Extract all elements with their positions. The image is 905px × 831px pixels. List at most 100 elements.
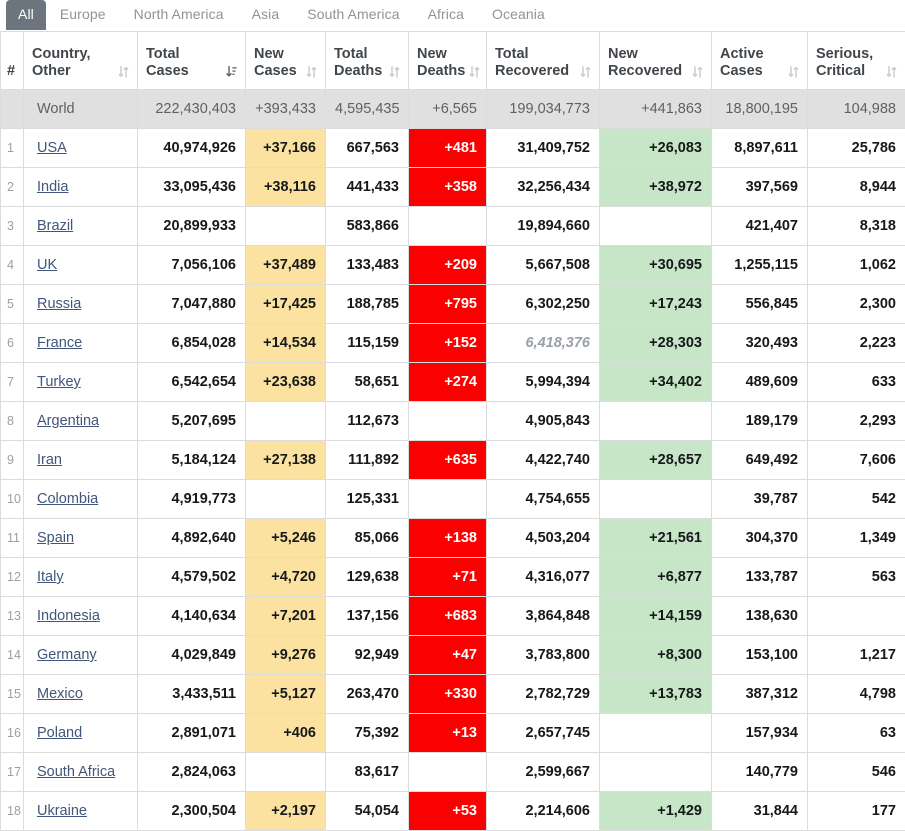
total-recovered-cell: 2,782,729 (487, 675, 600, 714)
country-link[interactable]: South Africa (37, 764, 115, 780)
new-recovered-cell: +26,083 (600, 129, 712, 168)
country-link[interactable]: USA (37, 140, 67, 156)
country-link[interactable]: Indonesia (37, 608, 100, 624)
country-link[interactable]: Turkey (37, 374, 81, 390)
new-deaths-cell: +481 (409, 129, 487, 168)
country-link[interactable]: Iran (37, 452, 62, 468)
sort-both-icon[interactable] (692, 65, 703, 79)
total-recovered-cell: 5,667,508 (487, 246, 600, 285)
column-header-active-cases[interactable]: Active Cases (712, 32, 808, 90)
country-cell[interactable]: Italy (24, 558, 138, 597)
active-cases-cell: 1,255,115 (712, 246, 808, 285)
country-link[interactable]: Argentina (37, 413, 99, 429)
table-row: 14Germany4,029,849+9,27692,949+473,783,8… (1, 636, 905, 675)
active-cases-cell: 140,779 (712, 753, 808, 792)
column-header-country[interactable]: Country, Other (24, 32, 138, 90)
active-cases-cell: 157,934 (712, 714, 808, 753)
row-index: 17 (1, 753, 24, 792)
country-link[interactable]: UK (37, 257, 57, 273)
total-cases-cell: 20,899,933 (138, 207, 246, 246)
serious-critical-cell: 8,318 (808, 207, 905, 246)
country-cell[interactable]: France (24, 324, 138, 363)
tab-asia[interactable]: Asia (238, 0, 294, 30)
country-cell[interactable]: South Africa (24, 753, 138, 792)
tab-africa[interactable]: Africa (414, 0, 478, 30)
tab-all[interactable]: All (6, 0, 46, 30)
country-cell[interactable]: Germany (24, 636, 138, 675)
country-cell[interactable]: USA (24, 129, 138, 168)
country-cell[interactable]: Ukraine (24, 792, 138, 831)
country-cell[interactable]: Colombia (24, 480, 138, 519)
table-row: 13Indonesia4,140,634+7,201137,156+6833,8… (1, 597, 905, 636)
sort-descending-icon[interactable] (226, 65, 237, 79)
column-header-serious-critical[interactable]: Serious, Critical (808, 32, 905, 90)
sort-both-icon[interactable] (118, 65, 129, 79)
sort-both-icon[interactable] (389, 65, 400, 79)
column-header-new-cases[interactable]: New Cases (246, 32, 326, 90)
country-link[interactable]: Germany (37, 647, 97, 663)
country-link[interactable]: India (37, 179, 68, 195)
country-cell[interactable]: Poland (24, 714, 138, 753)
column-header-new-recovered[interactable]: New Recovered (600, 32, 712, 90)
country-cell[interactable]: Turkey (24, 363, 138, 402)
table-row: 18Ukraine2,300,504+2,19754,054+532,214,6… (1, 792, 905, 831)
serious-critical-cell: 7,606 (808, 441, 905, 480)
active-cases-cell: 421,407 (712, 207, 808, 246)
new-cases-cell: +4,720 (246, 558, 326, 597)
country-cell[interactable]: Iran (24, 441, 138, 480)
world-new-deaths: +6,565 (409, 90, 487, 129)
country-cell[interactable]: Spain (24, 519, 138, 558)
country-link[interactable]: Poland (37, 725, 82, 741)
sort-both-icon[interactable] (886, 65, 897, 79)
country-link[interactable]: Russia (37, 296, 81, 312)
serious-critical-cell (808, 597, 905, 636)
world-new-cases: +393,433 (246, 90, 326, 129)
country-cell[interactable]: Brazil (24, 207, 138, 246)
country-cell[interactable]: India (24, 168, 138, 207)
sort-both-icon[interactable] (306, 65, 317, 79)
new-deaths-cell: +71 (409, 558, 487, 597)
column-header-total-recovered[interactable]: Total Recovered (487, 32, 600, 90)
new-deaths-cell: +53 (409, 792, 487, 831)
total-deaths-cell: 441,433 (326, 168, 409, 207)
new-recovered-cell: +6,877 (600, 558, 712, 597)
country-cell[interactable]: Russia (24, 285, 138, 324)
column-header-total-cases[interactable]: Total Cases (138, 32, 246, 90)
country-link[interactable]: France (37, 335, 82, 351)
serious-critical-cell: 8,944 (808, 168, 905, 207)
country-link[interactable]: Spain (37, 530, 74, 546)
covid-statistics-table: #Country, OtherTotal CasesNew CasesTotal… (0, 31, 905, 831)
new-deaths-cell: +683 (409, 597, 487, 636)
serious-critical-cell: 63 (808, 714, 905, 753)
country-cell[interactable]: Argentina (24, 402, 138, 441)
country-link[interactable]: Ukraine (37, 803, 87, 819)
tab-oceania[interactable]: Oceania (478, 0, 559, 30)
total-cases-cell: 7,056,106 (138, 246, 246, 285)
new-cases-cell: +7,201 (246, 597, 326, 636)
column-header-new-deaths[interactable]: New Deaths (409, 32, 487, 90)
country-link[interactable]: Italy (37, 569, 64, 585)
country-link[interactable]: Mexico (37, 686, 83, 702)
country-link[interactable]: Colombia (37, 491, 98, 507)
new-cases-cell (246, 402, 326, 441)
tab-south-america[interactable]: South America (293, 0, 413, 30)
column-header-total-deaths[interactable]: Total Deaths (326, 32, 409, 90)
country-link[interactable]: Brazil (37, 218, 73, 234)
total-cases-cell: 6,854,028 (138, 324, 246, 363)
new-recovered-cell: +38,972 (600, 168, 712, 207)
total-recovered-cell: 4,503,204 (487, 519, 600, 558)
country-cell[interactable]: Mexico (24, 675, 138, 714)
country-cell[interactable]: UK (24, 246, 138, 285)
new-deaths-cell (409, 480, 487, 519)
sort-both-icon[interactable] (469, 65, 480, 79)
new-deaths-cell: +152 (409, 324, 487, 363)
sort-both-icon[interactable] (580, 65, 591, 79)
tab-north-america[interactable]: North America (120, 0, 238, 30)
tab-europe[interactable]: Europe (46, 0, 120, 30)
new-recovered-cell: +28,657 (600, 441, 712, 480)
column-header-label: New Recovered (608, 46, 688, 80)
country-cell[interactable]: Indonesia (24, 597, 138, 636)
row-index: 15 (1, 675, 24, 714)
total-deaths-cell: 667,563 (326, 129, 409, 168)
sort-both-icon[interactable] (788, 65, 799, 79)
